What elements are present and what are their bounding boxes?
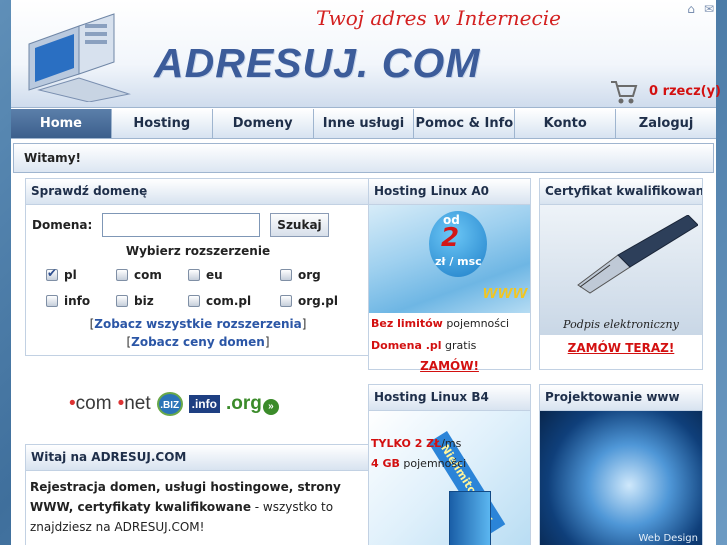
fountain-pen-icon — [577, 215, 698, 294]
checkbox[interactable] — [280, 295, 292, 307]
welcome-bar: Witamy! — [13, 143, 714, 173]
tld-org-logo: .org» — [226, 393, 279, 415]
web-design-title[interactable]: Projektowanie www — [540, 385, 702, 411]
top-icons: ⌂ ✉ — [684, 2, 716, 16]
bracket: ] — [301, 317, 307, 331]
checkbox[interactable] — [46, 295, 58, 307]
ext-label: info — [64, 294, 91, 308]
tld-logos: •com •net .BIZ .info .org» — [69, 390, 329, 418]
mail-icon[interactable]: ✉ — [702, 2, 716, 16]
domain-check-panel: Sprawdź domenę Domena: Szukaj Wybierz ro… — [25, 178, 371, 356]
certificate-caption: Podpis elektroniczny — [563, 318, 679, 331]
hosting-a0-line2: Domena .pl gratis — [371, 339, 477, 352]
nav-domeny[interactable]: Domeny — [213, 109, 314, 138]
domain-search-row: Domena: Szukaj — [32, 213, 329, 237]
nav-zaloguj[interactable]: Zaloguj — [616, 109, 716, 138]
hosting-b4-line1: TYLKO 2 ZŁ/ms — [371, 437, 462, 450]
nav-pomoc-info[interactable]: Pomoc & Info — [414, 109, 516, 138]
cart-count[interactable]: 0 rzecz(y) — [649, 84, 721, 99]
nav-home[interactable]: Home — [11, 109, 112, 138]
nav-hosting[interactable]: Hosting — [112, 109, 213, 138]
domain-prices-link[interactable]: Zobacz ceny domen — [131, 335, 265, 349]
cart-icon[interactable] — [609, 78, 639, 106]
ext-label: com.pl — [206, 294, 252, 308]
welcome-panel: Witaj na ADRESUJ.COM Rejestracja domen, … — [25, 444, 371, 545]
ext-option-com[interactable]: com — [116, 265, 188, 285]
checkbox[interactable] — [188, 269, 200, 281]
ext-option-org[interactable]: org — [280, 265, 350, 285]
site-header: Twoj adres w Internecie ADRESUJ. COM ⌂ ✉… — [11, 0, 721, 108]
welcome-panel-title: Witaj na ADRESUJ.COM — [26, 445, 370, 471]
hosting-b4-line2: 4 GB pojemności — [371, 457, 467, 470]
checkbox[interactable] — [116, 269, 128, 281]
ext-label: eu — [206, 268, 223, 282]
page-frame: Twoj adres w Internecie ADRESUJ. COM ⌂ ✉… — [11, 0, 721, 545]
domain-prices-link-row: [Zobacz ceny domen] — [26, 335, 370, 349]
hosting-a0-line1: Bez limitów pojemności — [371, 317, 510, 330]
domain-field-label: Domena: — [32, 218, 93, 232]
hosting-a0-banner[interactable]: od 2 zł / msc www — [369, 205, 530, 313]
ext-option-com-pl[interactable]: com.pl — [188, 291, 280, 311]
web-design-panel: Projektowanie www Web Design — [539, 384, 703, 545]
certificate-title[interactable]: Certyfikat kwalifikowany — [540, 179, 702, 205]
hosting-a0-order-link[interactable]: ZAMÓW! — [369, 357, 530, 375]
price-badge: od 2 zł / msc — [429, 211, 487, 277]
ext-label: pl — [64, 268, 77, 282]
brand-logo-text[interactable]: ADRESUJ. COM — [154, 40, 480, 87]
ext-label: com — [134, 268, 162, 282]
extension-title: Wybierz rozszerzenie — [125, 244, 271, 258]
www-text: www — [482, 282, 528, 302]
certificate-banner[interactable]: Podpis elektroniczny — [540, 205, 702, 335]
ext-label: biz — [134, 294, 154, 308]
hosting-a0-panel: Hosting Linux A0 od 2 zł / msc www Bez l… — [368, 178, 531, 373]
tld-com-logo: •com — [69, 393, 112, 414]
ext-option-org-pl[interactable]: org.pl — [280, 291, 350, 311]
tld-biz-logo: .BIZ — [156, 392, 183, 416]
all-extensions-link-row: [Zobacz wszystkie rozszerzenia] — [26, 317, 370, 331]
web-design-banner[interactable]: Web Design — [540, 411, 702, 545]
certificate-order-link[interactable]: ZAMÓW TERAZ! — [540, 339, 702, 357]
nav-inne-uslugi[interactable]: Inne usługi — [314, 109, 415, 138]
welcome-text: Rejestracja domen, usługi hostingowe, st… — [26, 471, 370, 543]
main-nav: Home Hosting Domeny Inne usługi Pomoc & … — [11, 109, 716, 139]
badge-price: 2 — [441, 223, 460, 253]
tld-info-logo: .info — [188, 395, 220, 413]
hosting-b4-banner[interactable]: Nielimitowany TYLKO 2 ZŁ/ms 4 GB pojemno… — [369, 411, 530, 545]
tagline: Twoj adres w Internecie — [316, 6, 561, 30]
nav-konto[interactable]: Konto — [515, 109, 617, 138]
home-icon[interactable]: ⌂ — [684, 2, 698, 16]
hosting-b4-panel: Hosting Linux B4 Nielimitowany TYLKO 2 Z… — [368, 384, 531, 545]
ext-option-biz[interactable]: biz — [116, 291, 188, 311]
tld-net-logo: •net — [117, 393, 151, 414]
ext-option-eu[interactable]: eu — [188, 265, 280, 285]
all-extensions-link[interactable]: Zobacz wszystkie rozszerzenia — [94, 317, 301, 331]
checkbox[interactable] — [116, 295, 128, 307]
hosting-a0-title[interactable]: Hosting Linux A0 — [369, 179, 530, 205]
bracket: ] — [264, 335, 270, 349]
checkbox[interactable] — [188, 295, 200, 307]
badge-unit: zł / msc — [435, 255, 482, 268]
product-box-icon — [449, 491, 491, 545]
search-button[interactable]: Szukaj — [270, 213, 329, 237]
domain-input[interactable] — [102, 213, 261, 237]
org-arrow-icon: » — [262, 399, 279, 415]
extension-grid: pl com eu org info biz com.pl org.pl — [46, 265, 346, 311]
certificate-panel: Certyfikat kwalifikowany Podpis elektron… — [539, 178, 703, 370]
hosting-b4-title[interactable]: Hosting Linux B4 — [369, 385, 530, 411]
ext-label: org — [298, 268, 321, 282]
computer-logo-icon — [28, 13, 131, 102]
checkbox[interactable] — [280, 269, 292, 281]
domain-check-title: Sprawdź domenę — [26, 179, 370, 205]
checkbox-checked[interactable] — [46, 266, 58, 281]
ext-label: org.pl — [298, 294, 339, 308]
web-design-caption: Web Design — [638, 533, 698, 544]
ext-option-pl[interactable]: pl — [46, 265, 116, 285]
ext-option-info[interactable]: info — [46, 291, 116, 311]
